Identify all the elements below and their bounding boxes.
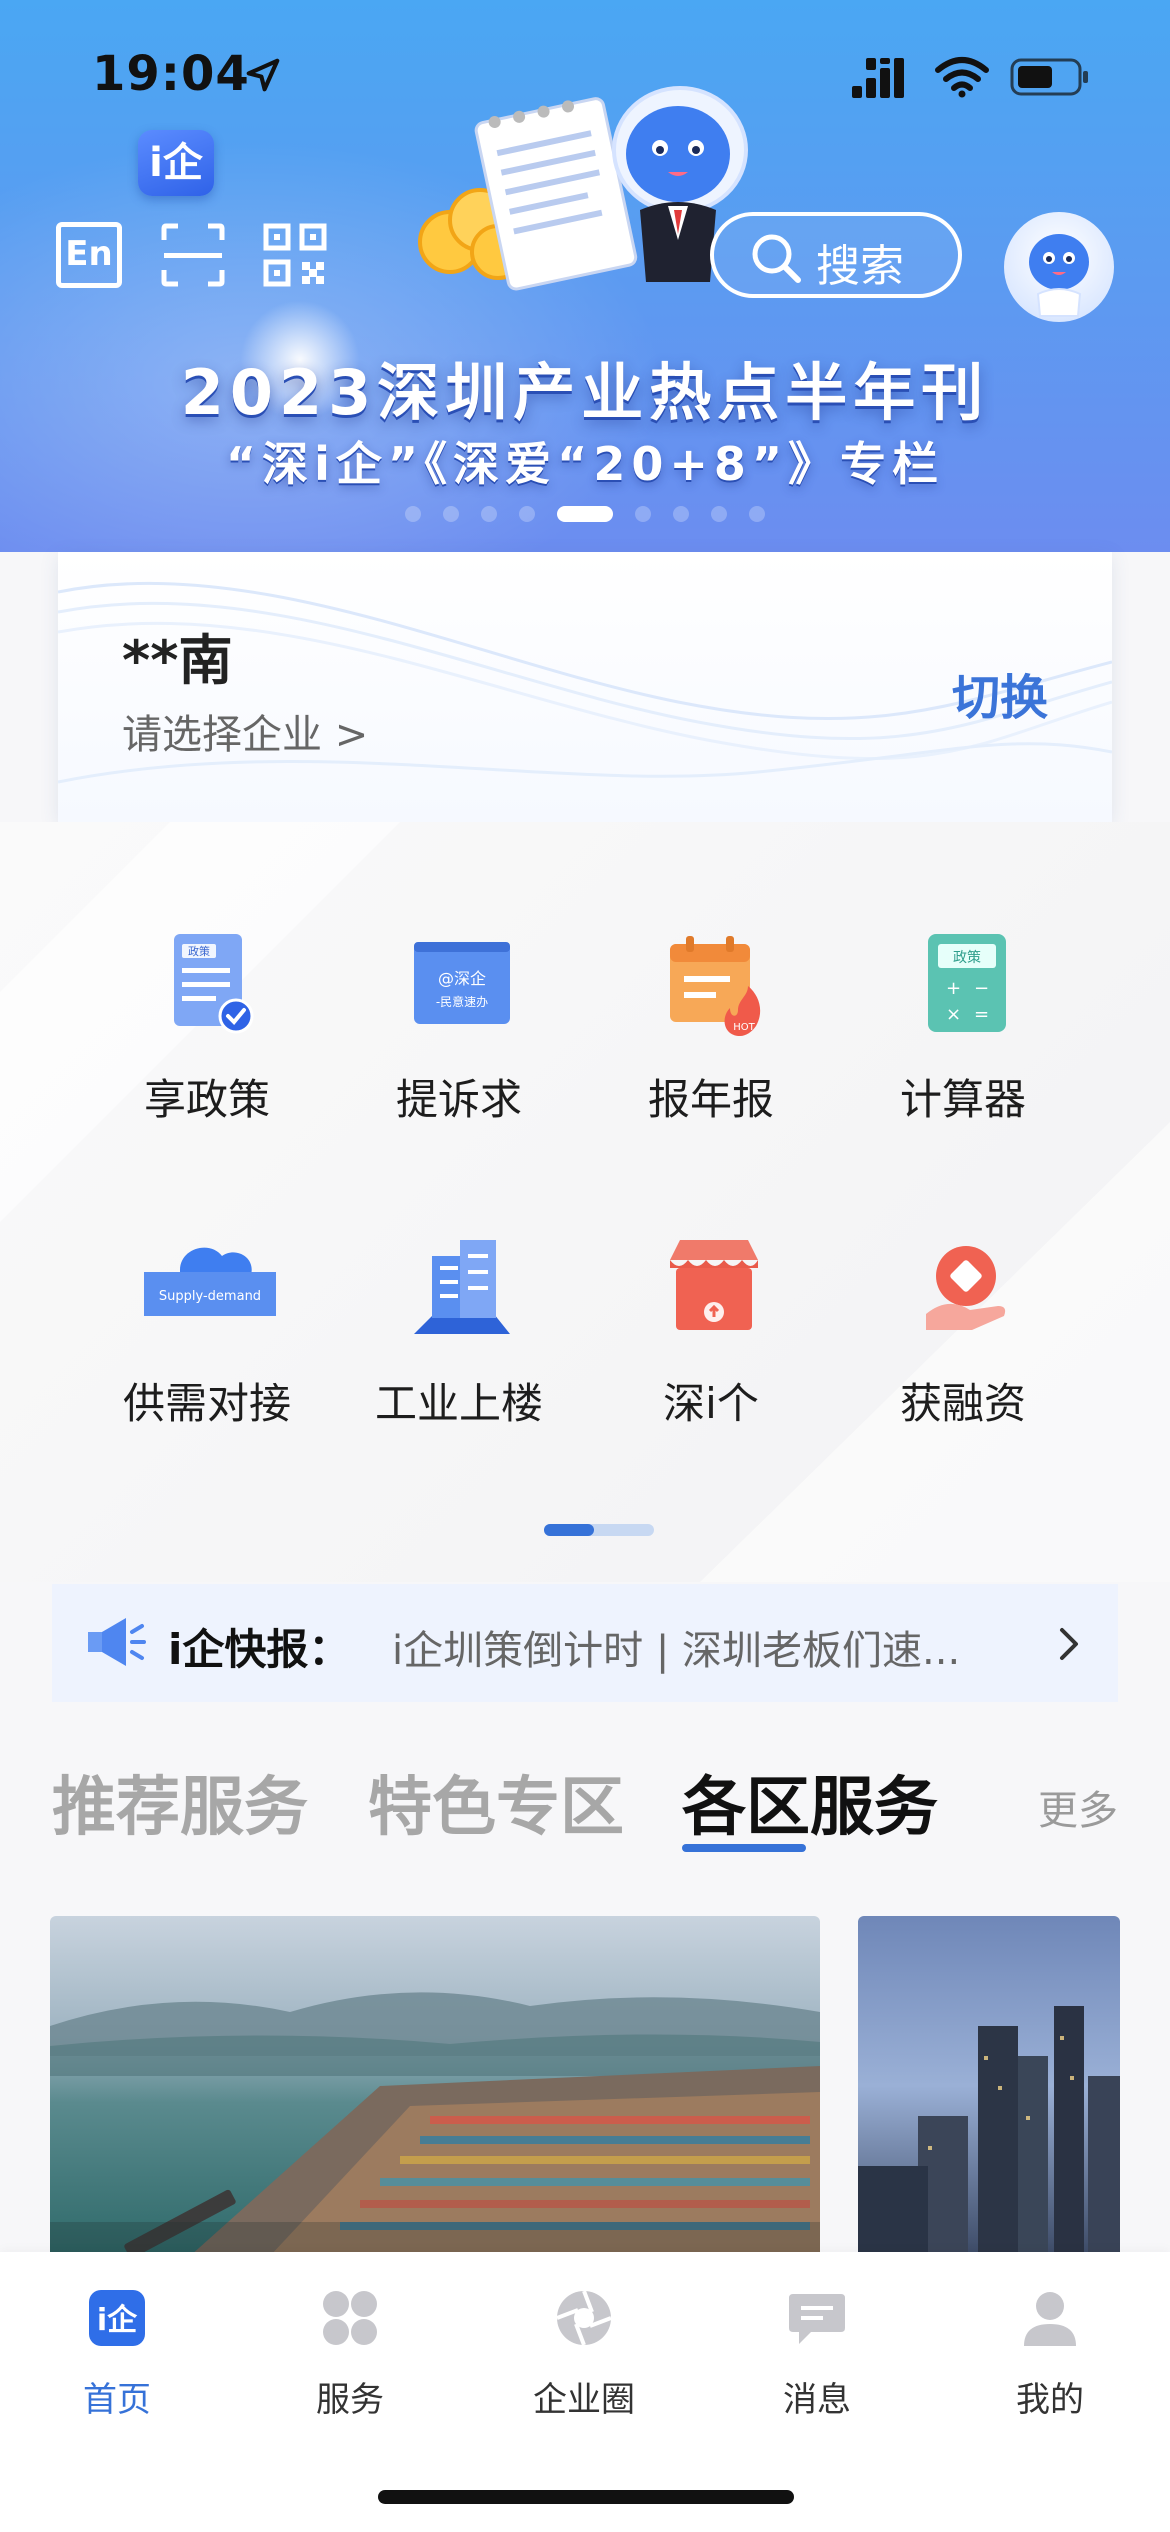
- svg-text:×: ×: [946, 1004, 961, 1025]
- search-button[interactable]: 搜索: [710, 212, 962, 298]
- nav-enterprise-circle[interactable]: 企业圈: [484, 2288, 684, 2448]
- svg-text:政策: 政策: [953, 949, 981, 966]
- pager-dot: [749, 506, 765, 522]
- assistant-avatar[interactable]: [1004, 212, 1114, 322]
- policy-doc-icon: 政策: [174, 934, 254, 1034]
- industrial-building-icon: [414, 1240, 510, 1334]
- shop-icon: [670, 1240, 758, 1330]
- nav-services[interactable]: 服务: [250, 2288, 450, 2448]
- home-indicator: [378, 2490, 794, 2504]
- hero-banner[interactable]: 19:04 i企 En 搜索 2023深圳产业热点半年刊 “深i企”《深爱“20…: [0, 0, 1170, 552]
- message-icon: [789, 2294, 845, 2344]
- language-en-icon[interactable]: En: [56, 222, 122, 288]
- service-label: 报年报: [647, 1075, 774, 1124]
- status-time: 19:04: [92, 46, 250, 102]
- tab-recommended[interactable]: 推荐服务: [52, 1756, 308, 1848]
- service-tabs: 推荐服务 特色专区 各区服务 更多: [52, 1756, 1118, 1856]
- select-company-link[interactable]: 请选择企业 >: [122, 702, 368, 760]
- svg-text:@深企: @深企: [438, 969, 486, 988]
- service-label: 深i个: [663, 1379, 759, 1428]
- district-card-city-photo[interactable]: [858, 1916, 1120, 2256]
- nav-profile[interactable]: 我的: [950, 2288, 1150, 2448]
- service-label: 工业上楼: [374, 1379, 543, 1428]
- nav-label: 我的: [1016, 2380, 1084, 2420]
- svg-text:=: =: [974, 1004, 989, 1025]
- calculator-icon: 政策 + − × =: [928, 934, 1006, 1032]
- banner-subtitle: “深i企”《深爱“20+8”》专栏: [225, 437, 945, 491]
- service-item-financing[interactable]: 获融资: [838, 1230, 1088, 1470]
- chevron-right-icon[interactable]: [1054, 1624, 1084, 1664]
- service-item-shop[interactable]: 深i个: [586, 1230, 836, 1470]
- company-name: **南: [122, 629, 233, 692]
- switch-company-button[interactable]: 切换: [952, 658, 1048, 728]
- services-grid-icon: [323, 2291, 377, 2345]
- svg-text:−: −: [974, 978, 989, 999]
- service-item-industrial-building[interactable]: 工业上楼: [334, 1230, 584, 1470]
- tab-district[interactable]: 各区服务: [682, 1756, 938, 1848]
- svg-text:+: +: [946, 978, 961, 999]
- financing-icon: [926, 1246, 1006, 1330]
- enterprise-circle-icon: [556, 2290, 612, 2346]
- svg-text:i企: i企: [97, 2303, 138, 2338]
- service-item-calculator[interactable]: 政策 + − × = 计算器: [838, 926, 1088, 1166]
- ticker-title: i企快报：: [168, 1625, 351, 1674]
- battery-icon: [1010, 58, 1088, 96]
- service-label: 提诉求: [395, 1075, 522, 1124]
- appeal-icon: @深企 -民意速办: [414, 942, 510, 1024]
- service-label: 计算器: [899, 1075, 1026, 1124]
- pager-dot: [405, 506, 421, 522]
- svg-text:HOT: HOT: [733, 1022, 755, 1033]
- city-skyline-image: [858, 1916, 1120, 2256]
- cellular-signal-icon: [852, 58, 904, 98]
- megaphone-icon: [88, 1618, 146, 1666]
- district-card-port-photo[interactable]: [50, 1916, 820, 2256]
- ticker-text[interactable]: i企圳策倒计时 | 深圳老板们速...: [392, 1618, 1042, 1676]
- nav-label: 服务: [316, 2380, 384, 2420]
- nav-messages[interactable]: 消息: [717, 2288, 917, 2448]
- grid-page-indicator: [544, 1524, 654, 1536]
- pager-dot-active: [557, 506, 613, 522]
- more-link[interactable]: 更多: [1038, 1778, 1118, 1836]
- home-icon: i企: [89, 2290, 145, 2346]
- svg-text:Supply-demand: Supply-demand: [159, 1289, 261, 1304]
- banner-title: 2023深圳产业热点半年刊: [180, 356, 990, 429]
- scan-icon[interactable]: [160, 222, 226, 288]
- nav-label: 首页: [83, 2380, 151, 2420]
- qr-code-icon[interactable]: [262, 222, 328, 288]
- wifi-icon: [935, 57, 989, 98]
- company-card[interactable]: **南 请选择企业 > 切换: [58, 552, 1112, 822]
- location-arrow-icon: [246, 58, 280, 92]
- pager-dot: [711, 506, 727, 522]
- banner-pager: [0, 506, 1170, 522]
- nav-label: 消息: [783, 2380, 851, 2420]
- service-label: 获融资: [899, 1379, 1026, 1428]
- nav-home[interactable]: i企 首页: [17, 2288, 217, 2448]
- annual-report-icon: HOT: [670, 936, 761, 1036]
- nav-label: 企业圈: [533, 2380, 635, 2420]
- profile-icon: [1024, 2292, 1076, 2346]
- service-item-policy[interactable]: 政策 享政策: [82, 926, 332, 1166]
- supply-demand-icon: Supply-demand: [144, 1247, 276, 1316]
- search-label: 搜索: [816, 241, 904, 292]
- active-tab-underline: [682, 1844, 806, 1852]
- svg-text:-民意速办: -民意速办: [436, 994, 488, 1009]
- grid-page-indicator-fill: [544, 1524, 594, 1536]
- service-item-appeal[interactable]: @深企 -民意速办 提诉求: [334, 926, 584, 1166]
- search-icon: [752, 234, 801, 283]
- pager-dot: [635, 506, 651, 522]
- svg-text:政策: 政策: [188, 944, 210, 958]
- news-ticker[interactable]: i企快报： i企圳策倒计时 | 深圳老板们速...: [52, 1584, 1118, 1702]
- robot-mascot-icon: [1029, 234, 1089, 317]
- port-aerial-image: [50, 1916, 820, 2256]
- service-label: 供需对接: [122, 1379, 291, 1428]
- service-label: 享政策: [143, 1075, 270, 1124]
- service-item-annual-report[interactable]: HOT 报年报: [586, 926, 836, 1166]
- tab-featured[interactable]: 特色专区: [368, 1756, 624, 1848]
- pager-dot: [673, 506, 689, 522]
- app-logo: i企: [138, 130, 214, 196]
- pager-dot: [519, 506, 535, 522]
- pager-dot: [481, 506, 497, 522]
- service-item-supply-demand[interactable]: Supply-demand 供需对接: [82, 1230, 332, 1470]
- pager-dot: [443, 506, 459, 522]
